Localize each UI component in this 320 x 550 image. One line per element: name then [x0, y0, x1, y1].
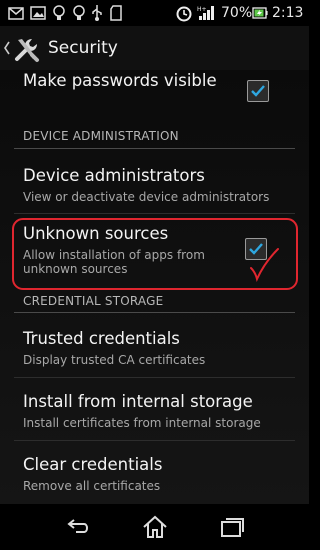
svg-text:H+: H+ — [197, 6, 207, 13]
clear-credentials-summary: Remove all certificates — [23, 479, 161, 493]
status-bar: H+ 70% 2:13 — [0, 0, 309, 26]
device-administrators-label: Device administrators — [23, 166, 205, 185]
clear-credentials-item[interactable]: Clear credentials Remove all certificate… — [0, 443, 309, 501]
trusted-credentials-label: Trusted credentials — [23, 329, 180, 348]
battery-charging-icon — [252, 7, 268, 19]
signal-icon: H+ — [197, 6, 214, 20]
action-bar: Security — [0, 26, 309, 70]
install-from-storage-item[interactable]: Install from internal storage Install ce… — [0, 380, 309, 438]
page-title: Security — [48, 38, 118, 58]
lightbulb-icon — [53, 5, 65, 20]
trusted-credentials-summary: Display trusted CA certificates — [23, 353, 206, 367]
section-header-credential-storage: CREDENTIAL STORAGE — [23, 294, 164, 308]
divider — [14, 377, 295, 378]
recent-apps-button[interactable] — [217, 512, 247, 542]
section-divider — [14, 148, 295, 149]
install-from-storage-label: Install from internal storage — [23, 392, 253, 411]
chevron-left-icon — [4, 41, 10, 55]
sd-card-icon — [110, 5, 122, 21]
home-icon — [143, 515, 167, 538]
install-from-storage-summary: Install certificates from internal stora… — [23, 416, 261, 430]
make-passwords-visible-checkbox[interactable] — [247, 80, 269, 102]
lightbulb-icon — [73, 5, 85, 20]
trusted-credentials-item[interactable]: Trusted credentials Display trusted CA c… — [0, 316, 309, 374]
picture-icon — [30, 6, 46, 20]
home-button[interactable] — [140, 512, 170, 542]
clock: 2:13 — [272, 5, 304, 21]
clear-credentials-label: Clear credentials — [23, 455, 163, 474]
usb-icon — [92, 5, 102, 21]
make-passwords-visible-item[interactable]: Make passwords visible — [0, 70, 309, 122]
navigation-bar — [0, 504, 309, 550]
settings-list[interactable]: Make passwords visible DEVICE ADMINISTRA… — [0, 70, 309, 504]
tools-icon — [15, 39, 39, 62]
alarm-icon — [176, 6, 192, 22]
device-administrators-summary: View or deactivate device administrators — [23, 190, 270, 204]
back-arrow-icon — [67, 519, 88, 533]
section-divider — [14, 312, 295, 313]
back-button[interactable] — [62, 512, 92, 542]
divider — [14, 440, 295, 441]
battery-percent: 70% — [221, 5, 253, 21]
make-passwords-visible-label: Make passwords visible — [23, 71, 217, 90]
checkmark-icon — [251, 85, 265, 97]
section-header-device-administration: DEVICE ADMINISTRATION — [23, 129, 179, 143]
mail-icon — [8, 7, 24, 20]
device-administrators-item[interactable]: Device administrators View or deactivate… — [0, 152, 309, 210]
up-navigation-button[interactable] — [0, 26, 46, 70]
hand-drawn-checkmark — [250, 248, 279, 282]
divider — [14, 213, 295, 214]
recent-apps-icon — [221, 518, 244, 537]
